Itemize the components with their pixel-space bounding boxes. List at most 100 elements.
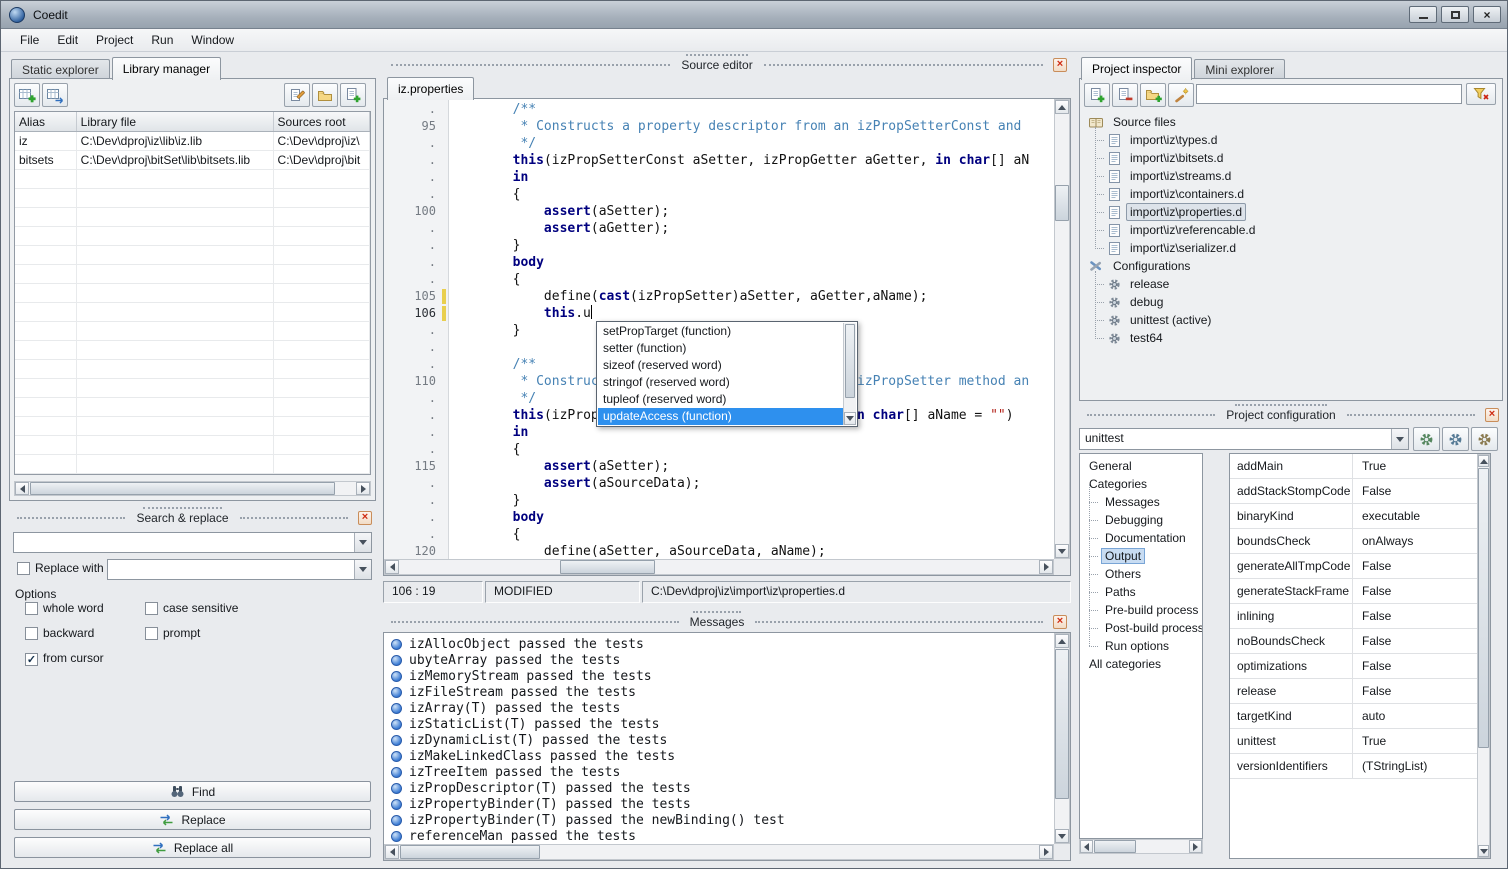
scroll-thumb[interactable] xyxy=(1094,840,1136,853)
tree-node-import-iz-referencable-d[interactable]: import\iz\referencable.d xyxy=(1084,221,1498,239)
editor-hscrollbar[interactable] xyxy=(384,559,1054,575)
maximize-button[interactable] xyxy=(1441,6,1469,23)
close-panel-button[interactable]: × xyxy=(1053,58,1067,72)
message-row[interactable]: izPropDescriptor(T) passed the tests xyxy=(384,780,1054,796)
search-term-combo[interactable] xyxy=(13,532,372,553)
menu-item-window[interactable]: Window xyxy=(182,29,243,51)
property-row-versionidentifiers[interactable]: versionIdentifiers(TStringList) xyxy=(1230,754,1478,779)
scroll-down-button[interactable] xyxy=(844,412,856,425)
tree-node-source-files[interactable]: Source files xyxy=(1084,113,1498,131)
category-debugging[interactable]: Debugging xyxy=(1080,511,1202,529)
add-configuration-button[interactable] xyxy=(1442,427,1469,451)
tools-button[interactable] xyxy=(1168,83,1194,107)
property-row-inlining[interactable]: inliningFalse xyxy=(1230,604,1478,629)
tab-library-manager[interactable]: Library manager xyxy=(112,57,221,80)
property-row-optimizations[interactable]: optimizationsFalse xyxy=(1230,654,1478,679)
find-button[interactable]: Find xyxy=(14,781,371,802)
scroll-thumb[interactable] xyxy=(30,482,335,495)
tree-node-import-iz-serializer-d[interactable]: import\iz\serializer.d xyxy=(1084,239,1498,257)
category-output[interactable]: Output xyxy=(1080,547,1202,565)
property-row-addstackstompcode[interactable]: addStackStompCodeFalse xyxy=(1230,479,1478,504)
scroll-right-button[interactable] xyxy=(356,482,370,495)
configuration-selector-combo[interactable]: unittest xyxy=(1079,428,1409,450)
inspector-filter-input[interactable] xyxy=(1196,84,1462,104)
scroll-thumb[interactable] xyxy=(1478,468,1489,748)
message-row[interactable]: izPropertyBinder(T) passed the tests xyxy=(384,796,1054,812)
menu-item-project[interactable]: Project xyxy=(87,29,142,51)
category-categories[interactable]: Categories xyxy=(1080,475,1202,493)
tree-node-import-iz-streams-d[interactable]: import\iz\streams.d xyxy=(1084,167,1498,185)
scroll-thumb[interactable] xyxy=(1055,185,1069,221)
add-library-from-project-button[interactable] xyxy=(42,83,68,107)
scroll-right-button[interactable] xyxy=(1039,560,1053,574)
table-row[interactable]: izC:\Dev\dproj\iz\lib\iz.libC:\Dev\dproj… xyxy=(15,132,370,151)
menu-item-run[interactable]: Run xyxy=(142,29,182,51)
tree-node-unittest-active[interactable]: unittest (active) xyxy=(1084,311,1498,329)
scroll-up-button[interactable] xyxy=(1478,455,1489,467)
scroll-thumb[interactable] xyxy=(845,324,855,398)
property-row-noboundscheck[interactable]: noBoundsCheckFalse xyxy=(1230,629,1478,654)
scroll-right-button[interactable] xyxy=(1189,840,1202,853)
messages-vscrollbar[interactable] xyxy=(1054,633,1070,844)
scroll-left-button[interactable] xyxy=(15,482,29,495)
message-row[interactable]: izFileStream passed the tests xyxy=(384,684,1054,700)
chevron-down-icon[interactable] xyxy=(1391,429,1408,449)
completion-item[interactable]: tupleof (reserved word) xyxy=(598,391,843,408)
scroll-down-button[interactable] xyxy=(1055,829,1069,843)
checkbox-prompt[interactable]: prompt xyxy=(145,627,158,643)
edit-library-button[interactable] xyxy=(284,83,310,107)
property-row-targetkind[interactable]: targetKindauto xyxy=(1230,704,1478,729)
tab-iz-properties[interactable]: iz.properties xyxy=(387,77,474,100)
remove-configuration-button[interactable] xyxy=(1471,427,1498,451)
replace-with-checkbox[interactable] xyxy=(17,562,30,575)
scroll-left-button[interactable] xyxy=(385,560,399,574)
completion-item[interactable]: setter (function) xyxy=(598,340,843,357)
menu-item-edit[interactable]: Edit xyxy=(48,29,87,51)
message-row[interactable]: izArray(T) passed the tests xyxy=(384,700,1054,716)
tab-project-inspector[interactable]: Project inspector xyxy=(1081,57,1192,80)
message-row[interactable]: izAllocObject passed the tests xyxy=(384,636,1054,652)
tree-node-test64[interactable]: test64 xyxy=(1084,329,1498,347)
checkbox-whole-word[interactable]: whole word xyxy=(25,602,38,618)
sync-configurations-button[interactable] xyxy=(1413,427,1440,451)
message-row[interactable]: izPropertyBinder(T) passed the newBindin… xyxy=(384,812,1054,828)
checkbox-backward[interactable]: backward xyxy=(25,627,38,643)
checkbox-from-cursor[interactable]: ✓from cursor xyxy=(25,652,38,666)
close-panel-button[interactable]: × xyxy=(1485,408,1499,422)
completion-item[interactable]: stringof (reserved word) xyxy=(598,374,843,391)
column-header-sources-root[interactable]: Sources root xyxy=(274,112,370,131)
category-others[interactable]: Others xyxy=(1080,565,1202,583)
scroll-up-button[interactable] xyxy=(1055,100,1069,114)
close-panel-button[interactable]: × xyxy=(358,511,372,525)
open-library-sources-button[interactable] xyxy=(312,83,338,107)
category-all-categories[interactable]: All categories xyxy=(1080,655,1202,673)
chevron-down-icon[interactable] xyxy=(354,560,371,579)
replace-term-combo[interactable] xyxy=(107,559,372,580)
filter-button[interactable] xyxy=(1466,83,1496,105)
tab-mini-explorer[interactable]: Mini explorer xyxy=(1194,59,1285,79)
category-messages[interactable]: Messages xyxy=(1080,493,1202,511)
property-row-addmain[interactable]: addMainTrue xyxy=(1230,454,1478,479)
property-row-release[interactable]: releaseFalse xyxy=(1230,679,1478,704)
library-hscrollbar[interactable] xyxy=(14,481,371,496)
category-post-build-process[interactable]: Post-build process xyxy=(1080,619,1202,637)
add-library-button[interactable] xyxy=(14,83,40,107)
editor-vscrollbar[interactable] xyxy=(1054,99,1070,559)
message-row[interactable]: izTreeItem passed the tests xyxy=(384,764,1054,780)
categories-hscrollbar[interactable] xyxy=(1079,839,1203,854)
completion-scrollbar[interactable] xyxy=(843,323,856,425)
completion-item[interactable]: setPropTarget (function) xyxy=(598,323,843,340)
menu-item-file[interactable]: File xyxy=(11,29,48,51)
chevron-down-icon[interactable] xyxy=(354,533,371,552)
tree-node-release[interactable]: release xyxy=(1084,275,1498,293)
messages-hscrollbar[interactable] xyxy=(384,844,1054,860)
property-row-unittest[interactable]: unittestTrue xyxy=(1230,729,1478,754)
replace-all-button[interactable]: Replace all xyxy=(14,837,371,858)
category-run-options[interactable]: Run options xyxy=(1080,637,1202,655)
property-row-generatealltmpcode[interactable]: generateAllTmpCodeFalse xyxy=(1230,554,1478,579)
column-header-library-file[interactable]: Library file xyxy=(77,112,274,131)
tab-static-explorer[interactable]: Static explorer xyxy=(11,59,110,79)
checkbox-case-sensitive[interactable]: case sensitive xyxy=(145,602,158,618)
close-button[interactable]: × xyxy=(1473,6,1501,23)
remove-source-button[interactable] xyxy=(1112,83,1138,107)
